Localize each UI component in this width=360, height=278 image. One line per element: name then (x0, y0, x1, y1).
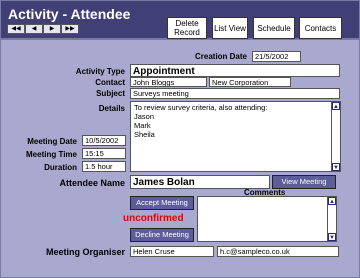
contact-label: Contact (95, 78, 125, 87)
details-textarea[interactable]: To review survey criteria, also attendin… (130, 101, 341, 172)
header-bar: Activity - Attendee ◀◀ ◀ ▶ ▶▶ Delete Rec… (1, 1, 359, 40)
comments-scrollbar[interactable]: ▲ ▼ (327, 197, 336, 241)
meeting-date-label: Meeting Date (27, 137, 77, 146)
attendee-name-label: Attendee Name (59, 178, 125, 188)
scroll-down-icon[interactable]: ▼ (328, 233, 336, 241)
scroll-up-icon[interactable]: ▲ (328, 197, 336, 205)
contacts-button[interactable]: Contacts (299, 17, 342, 39)
duration-field[interactable]: 1.5 hour (82, 161, 126, 172)
scroll-up-icon[interactable]: ▲ (332, 102, 340, 110)
meeting-date-field[interactable]: 10/5/2002 (82, 135, 126, 146)
previous-record-button[interactable]: ◀ (25, 24, 43, 34)
view-meeting-button[interactable]: View Meeting (272, 175, 336, 189)
schedule-button[interactable]: Schedule (253, 17, 295, 39)
contact-name-field[interactable]: John Bloggs (130, 77, 207, 87)
list-view-button[interactable]: List View (212, 17, 248, 39)
organiser-email-field[interactable]: h.c@sampleco.co.uk (217, 246, 339, 257)
duration-label: Duration (44, 163, 77, 172)
last-record-button[interactable]: ▶▶ (61, 24, 79, 34)
details-line: Mark (134, 121, 151, 130)
subject-field[interactable]: Surveys meeting (130, 88, 340, 99)
meeting-organiser-label: Meeting Organiser (45, 247, 125, 257)
creation-date-field[interactable]: 21/5/2002 (252, 51, 301, 62)
scroll-down-icon[interactable]: ▼ (332, 163, 340, 171)
details-line: Sheila (134, 130, 155, 139)
creation-date-label: Creation Date (194, 52, 247, 61)
details-line: To review survey criteria, also attendin… (134, 103, 268, 112)
organiser-name-field[interactable]: Helen Cruse (130, 246, 214, 257)
comments-textarea[interactable]: ▲ ▼ (197, 196, 337, 242)
activity-window: Activity - Attendee ◀◀ ◀ ▶ ▶▶ Delete Rec… (0, 0, 360, 278)
subject-label: Subject (96, 89, 125, 98)
meeting-time-label: Meeting Time (26, 150, 77, 159)
meeting-time-field[interactable]: 15:15 (82, 148, 126, 159)
details-scrollbar[interactable]: ▲ ▼ (331, 102, 340, 171)
activity-type-label: Activity Type (75, 67, 125, 76)
first-record-button[interactable]: ◀◀ (7, 24, 25, 34)
details-line: Jason (134, 112, 155, 121)
decline-meeting-button[interactable]: Decline Meeting (130, 228, 194, 242)
page-title: Activity - Attendee (8, 6, 131, 22)
delete-record-button[interactable]: Delete Record (167, 17, 207, 39)
contact-company-field[interactable]: New Corporation (209, 77, 291, 87)
accept-meeting-button[interactable]: Accept Meeting (130, 196, 194, 210)
status-text: unconfirmed (123, 213, 184, 224)
attendee-name-field[interactable]: James Bolan (130, 175, 270, 189)
activity-type-field[interactable]: Appointment (130, 64, 340, 77)
next-record-button[interactable]: ▶ (43, 24, 61, 34)
details-label: Details (98, 104, 125, 113)
